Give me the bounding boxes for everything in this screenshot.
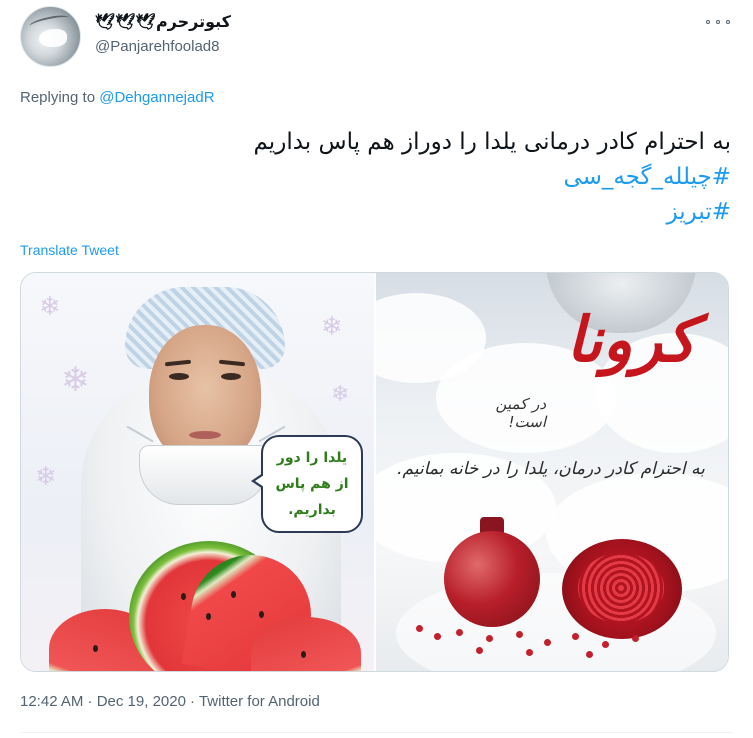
pomegranate-aril-graphic	[434, 633, 441, 640]
snowflake-icon: ❄	[331, 381, 350, 406]
replying-to-prefix: Replying to	[20, 89, 96, 106]
media-image-left[interactable]: ❄ ❄ ❄ ❄ ❄ ❄ ❄	[21, 273, 374, 671]
watermelon-seed-graphic	[301, 651, 306, 658]
display-name[interactable]: کبوترحرم🕊🕊🕊	[95, 12, 231, 32]
tweet-text: به احترام کادر درمانی یلدا را دوراز هم پ…	[31, 125, 732, 230]
nurse-face-graphic	[149, 325, 261, 465]
pomegranate-aril-graphic	[526, 649, 533, 656]
pomegranate-aril-graphic	[632, 635, 639, 642]
translate-tweet-link[interactable]: Translate Tweet	[20, 242, 119, 258]
watermelon-seed-graphic	[181, 593, 186, 600]
snowflake-icon: ❄	[39, 291, 61, 321]
pomegranate-aril-graphic	[486, 635, 493, 642]
pomegranate-graphic	[444, 531, 540, 627]
pomegranate-seeds-graphic	[578, 553, 664, 623]
separator-dot: ·	[189, 693, 195, 710]
pomegranate-aril-graphic	[416, 625, 423, 632]
username[interactable]: @Panjarehfoolad8	[95, 38, 219, 55]
speech-bubble: یلدا را دور از هم پاس بداریم.	[251, 435, 363, 533]
media-attachment[interactable]: ❄ ❄ ❄ ❄ ❄ ❄ ❄	[20, 272, 729, 672]
watermelon-seed-graphic	[231, 591, 236, 598]
avatar-dove-graphic	[39, 29, 67, 47]
pomegranate-aril-graphic	[476, 647, 483, 654]
tweet-meta: 12:42 AM · Dec 19, 2020 · Twitter for Andr…	[20, 693, 320, 710]
pomegranate-aril-graphic	[572, 633, 579, 640]
tweet-text-body: به احترام کادر درمانی یلدا را دوراز هم پ…	[253, 129, 732, 155]
pomegranate-aril-graphic	[544, 639, 551, 646]
speech-bubble-line: بداریم.	[288, 502, 336, 518]
watermelon-seed-graphic	[93, 645, 98, 652]
timestamp-link[interactable]: 12:42 AM · Dec 19, 2020	[20, 693, 186, 710]
watermelon-seed-graphic	[206, 613, 211, 620]
pomegranate-aril-graphic	[602, 641, 609, 648]
pomegranate-aril-graphic	[586, 651, 593, 658]
media-image-right[interactable]: کرونا در کمین است! به احترام کادر درمان،…	[376, 273, 728, 671]
pomegranate-aril-graphic	[456, 629, 463, 636]
speech-bubble-line: یلدا را دور	[276, 450, 348, 466]
replying-to-handle-link[interactable]: @DehgannejadR	[99, 89, 214, 106]
eye-graphic	[169, 373, 189, 380]
poster-headline: کرونا	[566, 303, 696, 376]
hashtag-link[interactable]: #تبریز	[31, 195, 731, 230]
more-horizontal-icon[interactable]	[706, 14, 730, 30]
snowflake-icon: ❄	[61, 361, 90, 399]
lips-graphic	[189, 431, 221, 439]
pomegranate-aril-graphic	[516, 631, 523, 638]
divider	[20, 732, 733, 733]
snowflake-icon: ❄	[35, 461, 57, 491]
tweet: کبوترحرم🕊🕊🕊 @Panjarehfoolad8 Replying to…	[0, 0, 753, 738]
poster-caption: به احترام کادر درمان، یلدا را در خانه بم…	[397, 459, 705, 479]
face-mask-graphic	[139, 445, 269, 505]
hashtag-link[interactable]: #چیلله_گجه_سی	[31, 160, 731, 195]
replying-to: Replying to @DehgannejadR	[20, 89, 215, 106]
watermelon-seed-graphic	[259, 611, 264, 618]
eye-graphic	[221, 373, 241, 380]
speech-bubble-line: از هم پاس	[275, 476, 349, 492]
avatar[interactable]	[20, 6, 81, 67]
source-label[interactable]: Twitter for Android	[199, 693, 320, 710]
avatar-signature-graphic	[28, 12, 70, 32]
snowflake-icon: ❄	[321, 311, 343, 341]
poster-headline-suffix: در کمین است!	[495, 395, 546, 431]
